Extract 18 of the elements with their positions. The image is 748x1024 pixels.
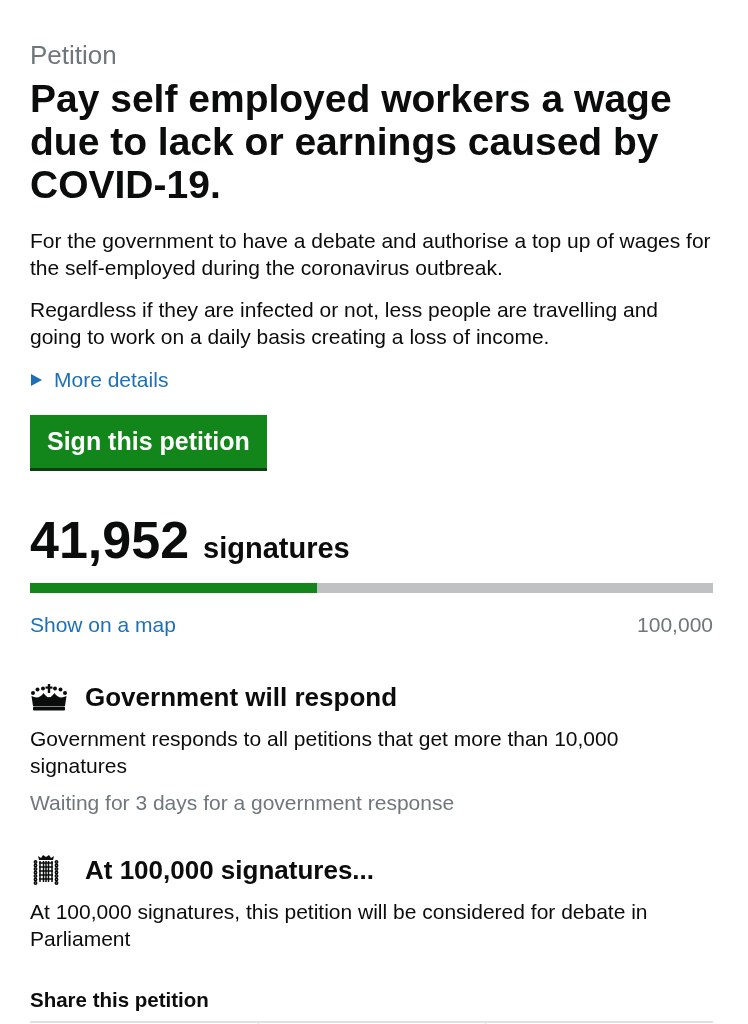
threshold-description: Government responds to all petitions that get more than 10,000 signatures bbox=[30, 726, 620, 779]
petition-title: Pay self employed workers a wage due to lack or earnings caused by COVID-19. bbox=[30, 77, 673, 206]
crown-icon bbox=[30, 683, 68, 711]
share-heading: Share this petition bbox=[30, 987, 210, 1013]
threshold-heading: Government will respond bbox=[85, 681, 398, 714]
threshold-description: At 100,000 signatures, this petition will be considered for debate in Parliament bbox=[30, 899, 649, 952]
summary-paragraph: For the government to have a debate and authorise a top up of wages for the self-employed during the coronavirus outbreak. bbox=[30, 228, 712, 281]
show-map-link[interactable]: Show on a map bbox=[30, 611, 176, 638]
sign-petition-button[interactable]: Sign this petition bbox=[30, 415, 267, 471]
response-status: Waiting for 3 days for a government response bbox=[30, 790, 456, 816]
summary-paragraph: Regardless if they are infected or not, less people are travelling and going to work on a daily basis creating a loss of income. bbox=[30, 297, 660, 350]
more-details-toggle[interactable]: More details bbox=[30, 366, 169, 393]
target-count: 100,000 bbox=[637, 612, 713, 638]
signature-count: 41,952 bbox=[30, 512, 190, 568]
signature-label: signatures bbox=[203, 531, 350, 566]
portcullis-icon bbox=[33, 854, 59, 886]
threshold-heading: At 100,000 signatures... bbox=[85, 854, 375, 887]
page-caption: Petition bbox=[30, 40, 118, 70]
